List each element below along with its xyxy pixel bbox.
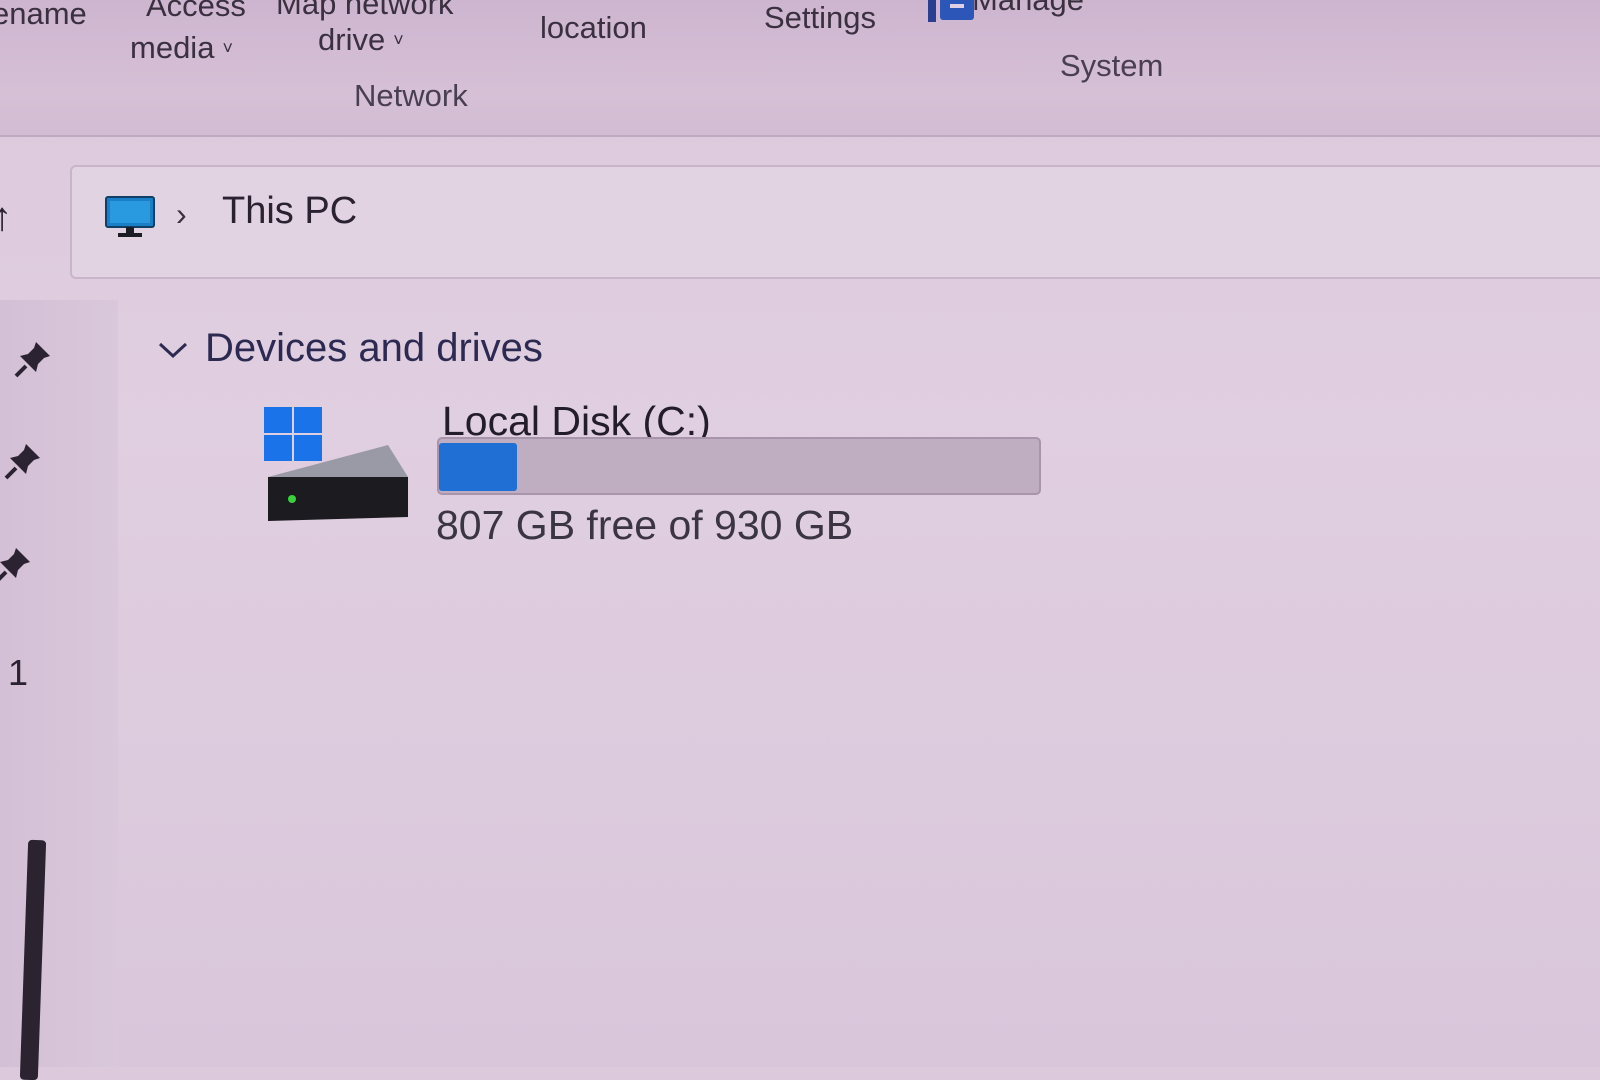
nav-item-number[interactable]: 1 [8, 652, 28, 694]
add-network-location-button[interactable]: location [540, 10, 647, 46]
access-media-label-top[interactable]: Access [146, 0, 246, 24]
hard-drive-windows-icon [264, 407, 408, 521]
up-arrow-icon[interactable]: ↑ [0, 195, 12, 240]
briefcase-icon [928, 0, 974, 22]
chevron-down-icon: ˅ [222, 38, 233, 58]
drive-usage-fill [439, 443, 517, 491]
drive-usage-bar [437, 437, 1041, 495]
open-settings-button[interactable]: Settings [764, 0, 876, 36]
chevron-down-icon[interactable] [156, 338, 190, 362]
ribbon: ename Access media ˅ Map network drive ˅ l… [0, 0, 1600, 137]
monitor-icon [105, 196, 155, 237]
network-group-label: Network [354, 78, 468, 113]
rename-button[interactable]: ename [0, 0, 87, 32]
manage-button[interactable]: Manage [972, 0, 1084, 18]
drive-free-space-text: 807 GB free of 930 GB [436, 502, 854, 548]
access-media-button[interactable]: media ˅ [130, 30, 233, 66]
section-title-devices-and-drives[interactable]: Devices and drives [205, 326, 543, 371]
breadcrumb-this-pc[interactable]: This PC [222, 190, 357, 233]
breadcrumb-separator: › [176, 196, 187, 232]
map-network-drive-button[interactable]: drive ˅ [318, 22, 404, 58]
pin-icon[interactable] [0, 544, 34, 584]
pin-icon[interactable] [4, 440, 44, 480]
pin-icon[interactable] [14, 338, 54, 378]
chevron-down-icon: ˅ [393, 30, 404, 50]
system-group-label: System [1060, 48, 1164, 83]
map-drive-label-top[interactable]: Map network [276, 0, 453, 22]
